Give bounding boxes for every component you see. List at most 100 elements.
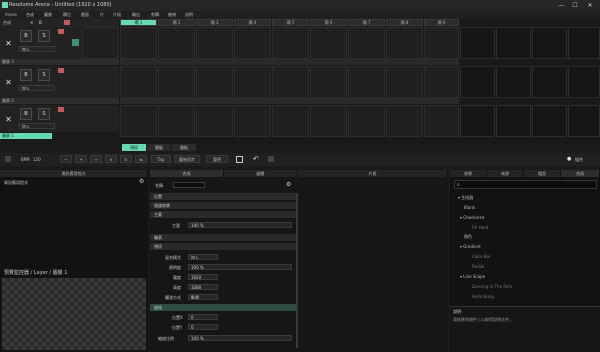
menu-item-edit[interactable]: 剪輯 xyxy=(151,12,159,18)
pause-button[interactable]: 暫停 xyxy=(206,155,228,163)
bpm-minus-button[interactable]: — xyxy=(60,155,72,163)
layer-bypass-button[interactable]: B xyxy=(20,69,32,81)
composition-clear-button[interactable]: ✕ xyxy=(30,20,33,25)
clip-slot[interactable] xyxy=(120,66,157,98)
layer-blend-select[interactable]: 加入 xyxy=(19,123,55,129)
clip-slot[interactable] xyxy=(158,66,195,98)
tree-item[interactable]: 顏色 xyxy=(464,234,472,240)
clip-slot[interactable] xyxy=(272,66,309,98)
layer-blend-select[interactable]: 加入 xyxy=(19,46,55,52)
clip-slot[interactable] xyxy=(496,27,531,59)
clip-slot[interactable] xyxy=(158,105,195,137)
menu-item-arena[interactable]: Arena xyxy=(5,12,17,17)
tab-clip[interactable]: 片段 xyxy=(298,170,448,177)
minimize-button[interactable]: — xyxy=(556,1,566,10)
column-header[interactable]: 欄 5 xyxy=(272,19,309,26)
clip-slot[interactable] xyxy=(310,27,347,59)
bpm-nudge-button[interactable]: ⇆ xyxy=(135,155,147,163)
prop-value[interactable]: 1080 xyxy=(188,284,218,290)
scale-value[interactable]: 100 % xyxy=(188,335,292,341)
tree-item[interactable]: ▾ 生成器 xyxy=(458,195,473,201)
clip-slot[interactable] xyxy=(196,66,233,98)
menu-item-deck[interactable]: 層面 xyxy=(81,12,89,18)
menu-item-pian[interactable]: 片 xyxy=(100,12,104,18)
column-header[interactable]: 欄 2 xyxy=(158,19,195,26)
clip-slot[interactable] xyxy=(386,27,423,59)
center-scrollbar[interactable] xyxy=(296,193,298,348)
bpm-plus-button[interactable]: + xyxy=(75,155,87,163)
tab-sources[interactable]: 來源 xyxy=(487,170,524,177)
layer-clear-button[interactable]: ✕ xyxy=(2,74,15,91)
layer-clear-button[interactable]: ✕ xyxy=(2,111,15,128)
clip-slot[interactable] xyxy=(532,66,567,98)
left-panel-gear-icon[interactable]: ⚙ xyxy=(139,178,144,185)
menu-item-layer[interactable]: 圖層 xyxy=(44,12,52,18)
clip-slot[interactable] xyxy=(496,66,531,98)
bpm-double-button[interactable]: × xyxy=(105,155,117,163)
section-transform[interactable]: 變換 xyxy=(150,304,297,311)
section-dashboard[interactable]: 儀表 xyxy=(150,234,297,241)
menu-item-composition[interactable]: 合成 xyxy=(26,12,34,18)
tree-item[interactable]: Fill Hard xyxy=(472,225,488,230)
prop-value[interactable]: 點選 xyxy=(188,294,218,300)
column-header[interactable]: 欄 3 xyxy=(196,19,233,26)
clip-slot[interactable] xyxy=(310,105,347,137)
layer-solo-button[interactable]: S xyxy=(38,69,50,81)
center-gear-icon[interactable]: ⚙ xyxy=(286,181,291,188)
deck-tab[interactable]: 層板 xyxy=(172,144,196,151)
clip-slot[interactable] xyxy=(310,66,347,98)
tab-layer[interactable]: 圖層 xyxy=(224,170,298,177)
clip-slot[interactable] xyxy=(460,105,495,137)
clip-slot[interactable] xyxy=(234,66,271,98)
column-header[interactable]: 欄 4 xyxy=(234,19,271,26)
tree-item[interactable]: ▾ Checkered xyxy=(460,215,484,220)
clip-slot[interactable] xyxy=(460,66,495,98)
undo-icon[interactable]: ↶ xyxy=(253,155,259,163)
clip-slot[interactable] xyxy=(460,27,495,59)
tab-compositions[interactable]: 合成 xyxy=(561,170,600,177)
layer-name[interactable]: 圖層 1 xyxy=(0,133,52,139)
section-position[interactable]: 位置 xyxy=(150,193,297,200)
layer-solo-button[interactable]: S xyxy=(38,108,50,120)
bpm-sync-button[interactable]: ↻ xyxy=(120,155,132,163)
close-button[interactable]: ✕ xyxy=(585,1,595,10)
clip-slot[interactable] xyxy=(424,27,459,59)
redo-icon[interactable] xyxy=(268,156,274,162)
layer-blend-select[interactable]: 加入 xyxy=(19,85,55,91)
clip-slot[interactable] xyxy=(120,105,157,137)
clip-slot[interactable] xyxy=(532,27,567,59)
transform-value[interactable]: 0 xyxy=(188,314,218,320)
clip-slot[interactable] xyxy=(386,105,423,137)
column-header[interactable]: 欄 7 xyxy=(348,19,385,26)
layer-bypass-button[interactable]: B xyxy=(20,108,32,120)
menu-item-help[interactable]: 說明 xyxy=(185,12,193,18)
tree-item[interactable]: Radial xyxy=(472,264,484,269)
layer-green-icon[interactable] xyxy=(72,39,79,46)
section-video[interactable]: 視訊 xyxy=(150,243,297,250)
clip-slot[interactable] xyxy=(234,105,271,137)
deck-tab[interactable]: 預設 xyxy=(122,144,146,151)
tree-item[interactable]: ▾ Gradient xyxy=(460,244,481,249)
clip-slot[interactable] xyxy=(82,27,119,59)
bpm-half-button[interactable]: ÷ xyxy=(90,155,102,163)
clip-slot[interactable] xyxy=(196,105,233,137)
menu-item-output[interactable]: 輸出 xyxy=(132,12,140,18)
clip-slot[interactable] xyxy=(386,66,423,98)
search-input[interactable]: ⌕ xyxy=(454,180,597,189)
prop-value[interactable]: 加入 xyxy=(188,254,218,260)
tab-effects[interactable]: 效果 xyxy=(450,170,487,177)
pause-play-icon[interactable] xyxy=(5,156,11,162)
record-dot-icon[interactable]: ● xyxy=(567,156,571,162)
layer-bypass-button[interactable]: B xyxy=(20,30,32,42)
prop-value[interactable]: 1920 xyxy=(188,274,218,280)
prop-value[interactable]: 100 % xyxy=(188,264,292,270)
tree-item[interactable]: ▾ Line Scape xyxy=(460,274,485,279)
menu-item-view[interactable]: 檢視 xyxy=(168,12,176,18)
tap-button[interactable]: Tap xyxy=(151,155,171,163)
clip-slot[interactable] xyxy=(348,66,385,98)
column-header[interactable]: 欄 6 xyxy=(310,19,347,26)
name-input[interactable] xyxy=(173,182,205,188)
save-icon[interactable] xyxy=(236,156,243,163)
resync-button[interactable]: 重新同步 xyxy=(174,155,200,163)
clip-slot[interactable] xyxy=(196,27,233,59)
